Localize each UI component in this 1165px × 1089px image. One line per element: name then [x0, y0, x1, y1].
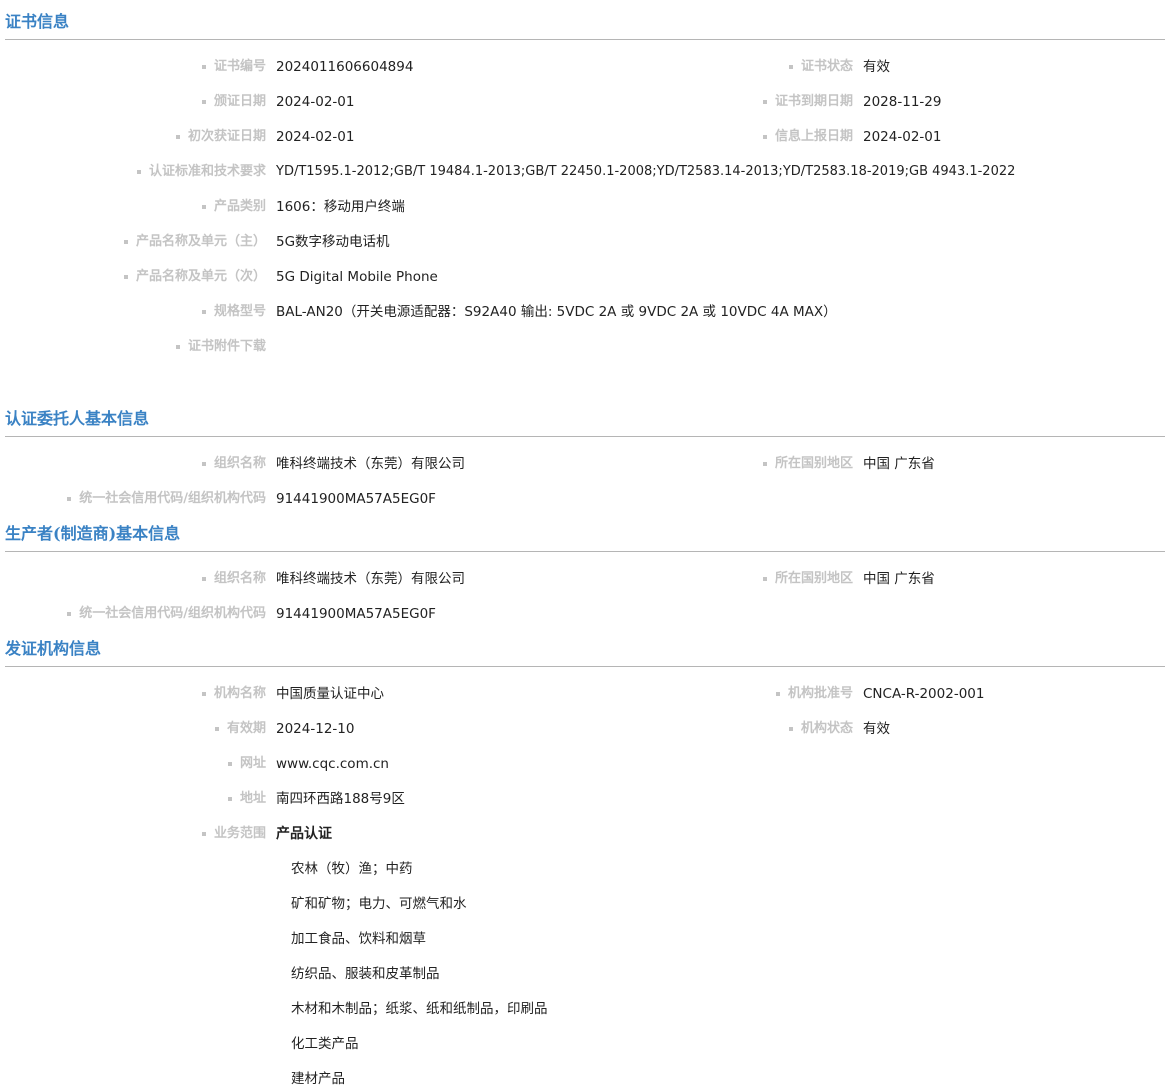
value-producer-code: 91441900MA57A5EG0F	[276, 606, 436, 622]
label-issuer-approval: 机构批准号	[0, 684, 853, 704]
row-client-code: 统一社会信用代码/组织机构代码 91441900MA57A5EG0F	[0, 489, 1165, 509]
bullet-icon	[762, 99, 767, 104]
value-cert-status: 有效	[863, 59, 890, 75]
label-category: 产品类别	[0, 197, 266, 217]
label-expiry: 证书到期日期	[0, 92, 853, 112]
value-issuer-address: 南四环西路188号9区	[276, 791, 405, 807]
section-title-issuer: 发证机构信息	[5, 629, 1165, 667]
row-issuer-valid: 有效期 2024-12-10 机构状态 有效	[0, 719, 1165, 739]
bullet-icon	[67, 496, 72, 501]
scope-item: 加工食品、饮料和烟草	[291, 931, 426, 947]
value-expiry: 2028-11-29	[863, 94, 942, 110]
row-issue-date: 颁证日期 2024-02-01 证书到期日期 2028-11-29	[0, 92, 1165, 112]
bullet-icon	[201, 309, 206, 314]
bullet-icon	[123, 274, 128, 279]
row-attachment: 证书附件下载	[0, 337, 1165, 357]
label-issuer-status: 机构状态	[0, 719, 853, 739]
value-category: 1606：移动用户终端	[276, 199, 405, 215]
value-client-region: 中国 广东省	[863, 456, 935, 472]
bullet-icon	[762, 576, 767, 581]
row-issuer-address: 地址 南四环西路188号9区	[0, 789, 1165, 809]
bullet-icon	[123, 239, 128, 244]
section-title-client: 认证委托人基本信息	[5, 399, 1165, 437]
row-client-org: 组织名称 唯科终端技术（东莞）有限公司 所在国别地区 中国 广东省	[0, 454, 1165, 474]
scope-item: 建材产品	[291, 1071, 345, 1087]
value-report-date: 2024-02-01	[863, 129, 942, 145]
label-report-date: 信息上报日期	[0, 127, 853, 147]
row-standards: 认证标准和技术要求 YD/T1595.1-2012;GB/T 19484.1-2…	[0, 162, 1165, 182]
bullet-icon	[67, 611, 72, 616]
row-cert-no: 证书编号 2024011606604894 证书状态 有效	[0, 57, 1165, 77]
label-name-main: 产品名称及单元（主）	[0, 232, 266, 252]
label-standards: 认证标准和技术要求	[0, 162, 266, 182]
scope-item: 纺织品、服装和皮革制品	[291, 966, 440, 982]
label-issuer-scope: 业务范围	[0, 824, 266, 844]
bullet-icon	[136, 169, 141, 174]
bullet-icon	[175, 344, 180, 349]
row-model: 规格型号 BAL-AN20（开关电源适配器：S92A40 输出: 5VDC 2A…	[0, 302, 1165, 322]
row-category: 产品类别 1606：移动用户终端	[0, 197, 1165, 217]
scope-item: 矿和矿物；电力、可燃气和水	[291, 896, 467, 912]
value-producer-region: 中国 广东省	[863, 571, 935, 587]
value-scope-heading: 产品认证	[276, 826, 332, 842]
label-issuer-address: 地址	[0, 789, 266, 809]
bullet-icon	[775, 691, 780, 696]
row-name-main: 产品名称及单元（主） 5G数字移动电话机	[0, 232, 1165, 252]
label-issuer-website: 网址	[0, 754, 266, 774]
bullet-icon	[227, 796, 232, 801]
bullet-icon	[227, 761, 232, 766]
scope-item: 化工类产品	[291, 1036, 359, 1052]
value-issuer-website[interactable]: www.cqc.com.cn	[276, 754, 389, 774]
value-issuer-approval: CNCA-R-2002-001	[863, 686, 985, 702]
bullet-icon	[201, 831, 206, 836]
scope-item: 木材和木制品；纸浆、纸和纸制品，印刷品	[291, 1001, 548, 1017]
row-issuer-scope: 业务范围 产品认证	[0, 824, 1165, 844]
label-client-code: 统一社会信用代码/组织机构代码	[0, 489, 266, 509]
value-model: BAL-AN20（开关电源适配器：S92A40 输出: 5VDC 2A 或 9V…	[276, 304, 837, 320]
value-name-sub: 5G Digital Mobile Phone	[276, 269, 438, 285]
label-producer-code: 统一社会信用代码/组织机构代码	[0, 604, 266, 624]
value-name-main: 5G数字移动电话机	[276, 234, 390, 250]
section-title-producer: 生产者(制造商)基本信息	[5, 514, 1165, 552]
row-issuer-name: 机构名称 中国质量认证中心 机构批准号 CNCA-R-2002-001	[0, 684, 1165, 704]
section-title-certificate: 证书信息	[5, 2, 1165, 40]
label-attachment: 证书附件下载	[0, 337, 266, 357]
bullet-icon	[788, 726, 793, 731]
label-model: 规格型号	[0, 302, 266, 322]
row-producer-org: 组织名称 唯科终端技术（东莞）有限公司 所在国别地区 中国 广东省	[0, 569, 1165, 589]
value-issuer-status: 有效	[863, 721, 890, 737]
row-issuer-website: 网址 www.cqc.com.cn	[0, 754, 1165, 774]
scope-item: 农林（牧）渔；中药	[291, 861, 413, 877]
bullet-icon	[762, 134, 767, 139]
row-first-date: 初次获证日期 2024-02-01 信息上报日期 2024-02-01	[0, 127, 1165, 147]
value-standards: YD/T1595.1-2012;GB/T 19484.1-2013;GB/T 2…	[276, 164, 1016, 179]
label-cert-status: 证书状态	[0, 57, 853, 77]
label-client-region: 所在国别地区	[0, 454, 853, 474]
bullet-icon	[788, 64, 793, 69]
bullet-icon	[762, 461, 767, 466]
row-name-sub: 产品名称及单元（次） 5G Digital Mobile Phone	[0, 267, 1165, 287]
label-producer-region: 所在国别地区	[0, 569, 853, 589]
label-name-sub: 产品名称及单元（次）	[0, 267, 266, 287]
row-producer-code: 统一社会信用代码/组织机构代码 91441900MA57A5EG0F	[0, 604, 1165, 624]
bullet-icon	[201, 204, 206, 209]
value-client-code: 91441900MA57A5EG0F	[276, 491, 436, 507]
